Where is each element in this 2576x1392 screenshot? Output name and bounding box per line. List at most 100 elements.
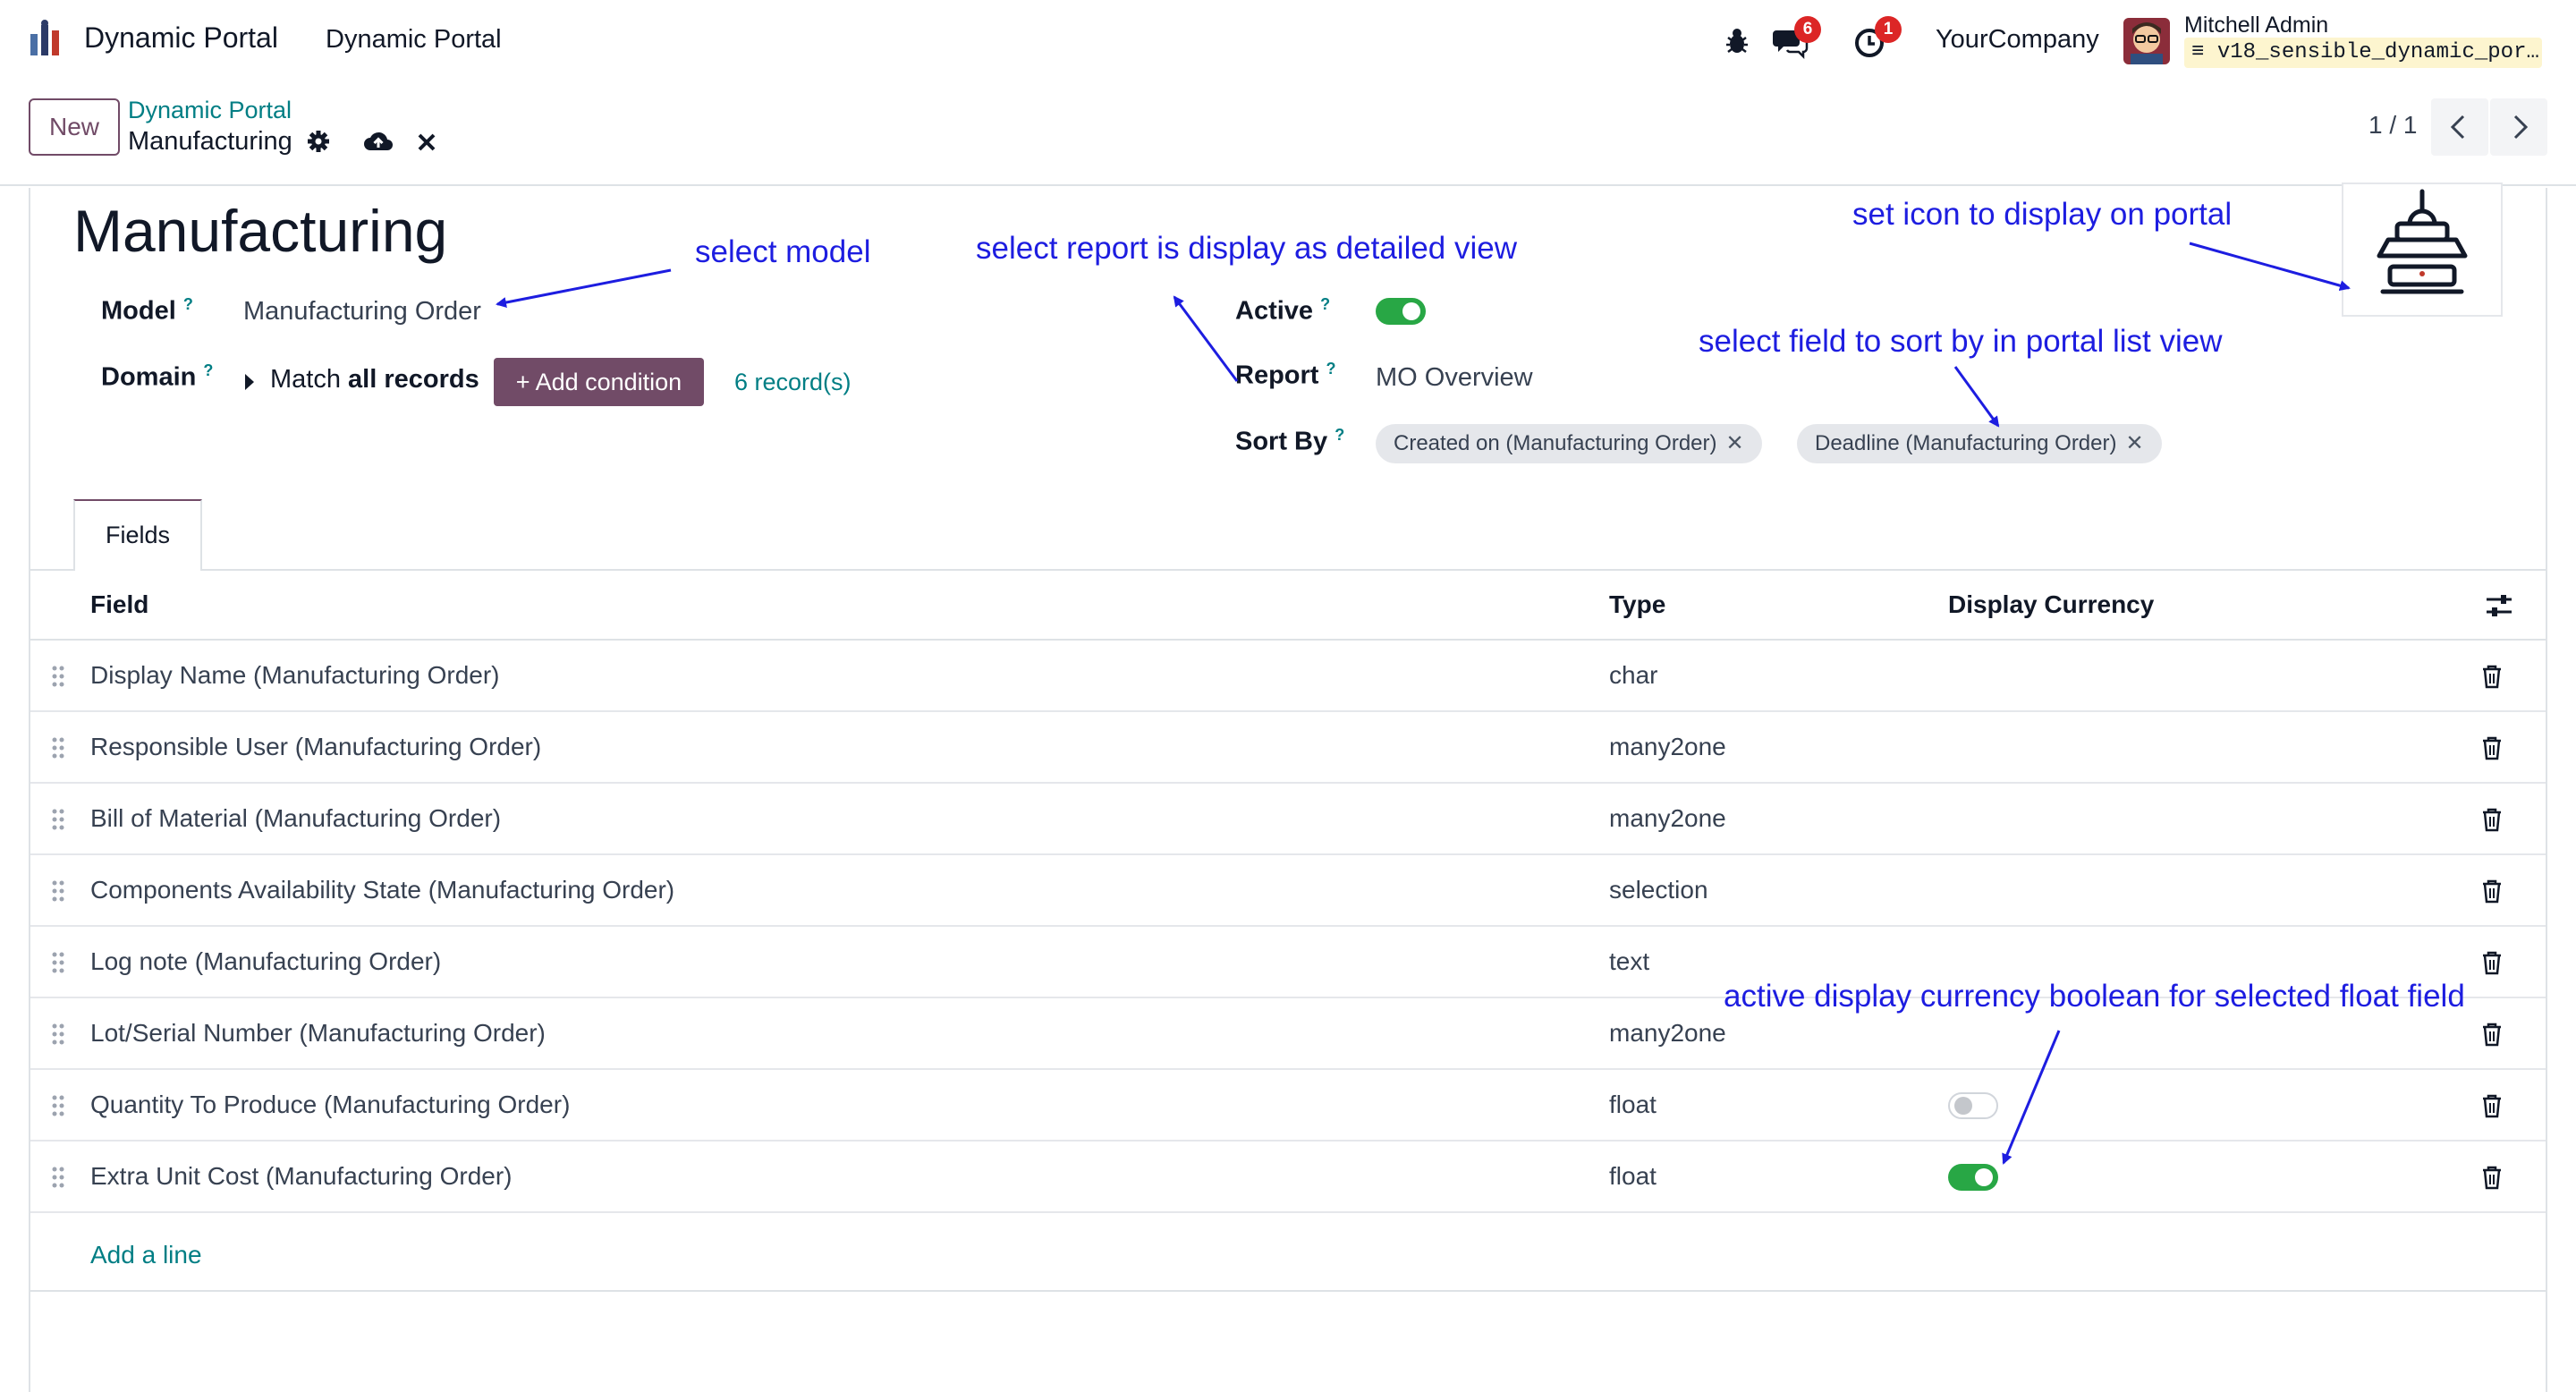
field-name-cell[interactable]: Quantity To Produce (Manufacturing Order…: [90, 1070, 570, 1140]
field-name-cell[interactable]: Bill of Material (Manufacturing Order): [90, 784, 501, 853]
model-help[interactable]: ?: [183, 295, 193, 313]
cloud-upload-icon[interactable]: [363, 129, 394, 154]
sort-tag-label: Created on (Manufacturing Order): [1394, 431, 1717, 455]
table-row[interactable]: Components Availability State (Manufactu…: [30, 855, 2546, 927]
company-switcher[interactable]: YourCompany: [1936, 25, 2099, 55]
add-condition-button[interactable]: + Add condition: [494, 358, 704, 406]
table-row[interactable]: Responsible User (Manufacturing Order) m…: [30, 712, 2546, 784]
clock-icon[interactable]: 1: [1852, 16, 1902, 61]
column-header-display-currency[interactable]: Display Currency: [1948, 590, 2154, 619]
annotation-select-model: select model: [695, 234, 871, 269]
trash-icon[interactable]: [2481, 1022, 2503, 1047]
drag-handle-icon[interactable]: [52, 1023, 64, 1045]
model-field[interactable]: Manufacturing Order: [243, 297, 481, 327]
field-name-cell[interactable]: Extra Unit Cost (Manufacturing Order): [90, 1142, 513, 1211]
drag-handle-icon[interactable]: [52, 1167, 64, 1188]
type-cell[interactable]: many2one: [1609, 712, 1726, 782]
drag-handle-icon[interactable]: [52, 880, 64, 902]
sort-by-help[interactable]: ?: [1335, 426, 1344, 444]
trash-icon[interactable]: [2481, 735, 2503, 760]
drag-handle-icon[interactable]: [52, 952, 64, 973]
sort-tag-created-on[interactable]: Created on (Manufacturing Order) ✕: [1376, 424, 1762, 463]
record-title[interactable]: Manufacturing: [73, 197, 447, 265]
annotation-display-currency: active display currency boolean for sele…: [1724, 979, 2465, 1014]
annotation-sort-field: select field to sort by in portal list v…: [1699, 324, 2223, 359]
chevron-right-icon: [2513, 115, 2529, 140]
breadcrumb-current: Manufacturing: [128, 127, 292, 156]
report-help[interactable]: ?: [1326, 360, 1336, 378]
type-cell[interactable]: many2one: [1609, 784, 1726, 853]
type-cell[interactable]: selection: [1609, 855, 1708, 925]
column-header-type[interactable]: Type: [1609, 590, 1665, 619]
domain-match-prefix: Match: [270, 365, 349, 394]
field-name-cell[interactable]: Responsible User (Manufacturing Order): [90, 712, 541, 782]
domain-help[interactable]: ?: [203, 361, 213, 379]
field-name-cell[interactable]: Display Name (Manufacturing Order): [90, 641, 500, 710]
chat-icon[interactable]: 6: [1771, 16, 1821, 61]
discard-icon[interactable]: [417, 132, 436, 152]
annotation-select-report: select report is display as detailed vie…: [976, 231, 1518, 266]
previous-record-button[interactable]: [2431, 98, 2488, 156]
drag-handle-icon[interactable]: [52, 666, 64, 687]
breadcrumb-parent[interactable]: Dynamic Portal: [128, 97, 292, 124]
trash-icon[interactable]: [2481, 878, 2503, 904]
type-cell[interactable]: many2one: [1609, 998, 1726, 1068]
report-field[interactable]: MO Overview: [1376, 363, 1533, 393]
display-currency-toggle[interactable]: [1948, 1092, 1998, 1119]
database-name: ≡ v18_sensible_dynamic_por…: [2184, 38, 2542, 68]
domain-summary[interactable]: Match all records: [270, 365, 479, 395]
sort-by-label: Sort By ?: [1235, 426, 1344, 457]
user-name[interactable]: Mitchell Admin: [2184, 13, 2328, 38]
top-navbar: Dynamic Portal Dynamic Portal 6 1 YourCo…: [0, 0, 2576, 82]
table-row[interactable]: Quantity To Produce (Manufacturing Order…: [30, 1070, 2546, 1142]
table-row[interactable]: Extra Unit Cost (Manufacturing Order) fl…: [30, 1142, 2546, 1213]
type-cell[interactable]: char: [1609, 641, 1657, 710]
table-row[interactable]: Display Name (Manufacturing Order) char: [30, 641, 2546, 712]
records-count-link[interactable]: 6 record(s): [734, 369, 852, 396]
field-name-cell[interactable]: Log note (Manufacturing Order): [90, 927, 441, 997]
new-button[interactable]: New: [29, 98, 120, 156]
next-record-button[interactable]: [2490, 98, 2547, 156]
sort-tag-label: Deadline (Manufacturing Order): [1815, 431, 2117, 455]
remove-tag-icon[interactable]: ✕: [2126, 431, 2144, 455]
toggle-knob: [1975, 1168, 1993, 1186]
domain-label-text: Domain: [101, 362, 197, 392]
type-cell[interactable]: float: [1609, 1070, 1657, 1140]
trash-icon[interactable]: [2481, 664, 2503, 689]
caret-right-icon[interactable]: [243, 372, 256, 392]
menu-dynamic-portal[interactable]: Dynamic Portal: [326, 25, 502, 55]
type-cell[interactable]: float: [1609, 1142, 1657, 1211]
active-help[interactable]: ?: [1320, 295, 1330, 313]
avatar[interactable]: [2123, 18, 2170, 64]
pager-value[interactable]: 1 / 1: [2368, 111, 2417, 140]
field-name-cell[interactable]: Lot/Serial Number (Manufacturing Order): [90, 998, 546, 1068]
tab-fields[interactable]: Fields: [73, 499, 202, 571]
trash-icon[interactable]: [2481, 807, 2503, 832]
remove-tag-icon[interactable]: ✕: [1726, 431, 1744, 455]
drag-handle-icon[interactable]: [52, 809, 64, 830]
add-a-line-link[interactable]: Add a line: [90, 1241, 202, 1269]
drag-handle-icon[interactable]: [52, 1095, 64, 1116]
trash-icon[interactable]: [2481, 950, 2503, 975]
settings-sliders-icon[interactable]: [2485, 592, 2513, 619]
field-name-cell[interactable]: Components Availability State (Manufactu…: [90, 855, 674, 925]
type-cell[interactable]: text: [1609, 927, 1649, 997]
bug-icon[interactable]: [1717, 21, 1757, 61]
gear-icon[interactable]: [306, 129, 331, 154]
active-toggle[interactable]: [1376, 298, 1426, 325]
database-icon: ≡: [2191, 40, 2205, 64]
drag-handle-icon[interactable]: [52, 737, 64, 759]
trash-icon[interactable]: [2481, 1165, 2503, 1190]
domain-label: Domain ?: [101, 361, 213, 393]
table-row[interactable]: Bill of Material (Manufacturing Order) m…: [30, 784, 2546, 855]
active-label-text: Active: [1235, 296, 1314, 326]
column-header-field[interactable]: Field: [90, 590, 148, 619]
sort-tag-deadline[interactable]: Deadline (Manufacturing Order) ✕: [1797, 424, 2162, 463]
dynamic-portal-logo-icon[interactable]: [25, 18, 70, 63]
portal-icon-image[interactable]: [2342, 182, 2503, 317]
domain-match-bold: all records: [348, 365, 479, 394]
app-name[interactable]: Dynamic Portal: [84, 21, 278, 55]
toggle-knob: [1402, 302, 1420, 320]
trash-icon[interactable]: [2481, 1093, 2503, 1118]
display-currency-toggle[interactable]: [1948, 1164, 1998, 1191]
